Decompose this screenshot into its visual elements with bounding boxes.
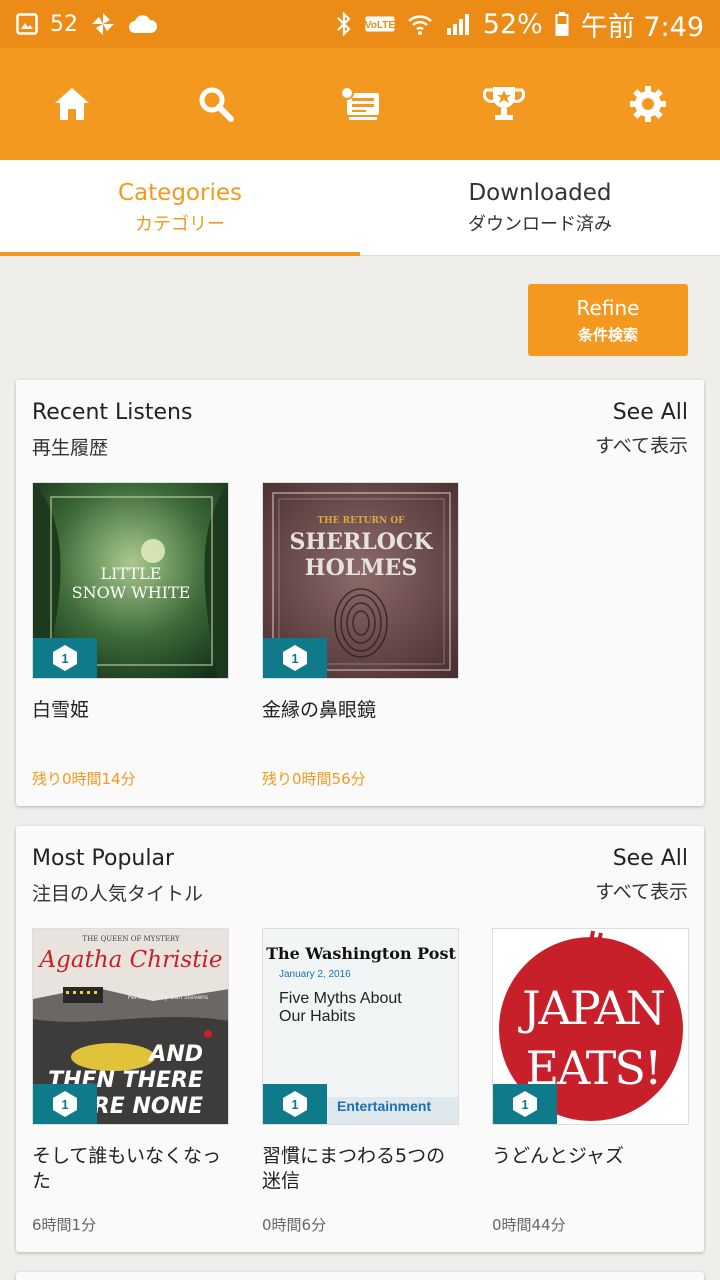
- cover-text: HOLMES: [305, 555, 417, 581]
- trophy-icon: [483, 87, 525, 120]
- see-all-label: See All: [612, 846, 688, 871]
- book-cover: THE QUEEN OF MYSTERY Agatha Christie Per…: [32, 928, 229, 1125]
- search-button[interactable]: [176, 64, 256, 144]
- status-bar: 52 VoLTE 52% 午前 7:49: [0, 0, 720, 48]
- refine-label: Refine: [576, 295, 640, 320]
- book-title: 金縁の鼻眼鏡: [262, 699, 377, 721]
- cover-text: Our Habits: [279, 1008, 355, 1025]
- download-badge: 1: [33, 638, 97, 678]
- signal-icon: [445, 12, 471, 36]
- book-cover: THE RETURN OF SHERLOCK HOLMES 1: [262, 482, 459, 679]
- home-button[interactable]: [32, 64, 112, 144]
- clock: 午前 7:49: [580, 11, 704, 43]
- gallery-icon: [16, 13, 38, 35]
- cover-text: Performed by Dan Stevens: [128, 994, 208, 1001]
- book-item[interactable]: The Washington Post January 2, 2016 Five…: [262, 928, 459, 1234]
- top-toolbar: [0, 48, 720, 160]
- notification-count: 52: [50, 11, 78, 37]
- time-remaining: 残り0時間56分: [262, 770, 366, 788]
- see-all-button[interactable]: See All すべて表示: [595, 846, 688, 904]
- volte-icon: VoLTE: [365, 16, 395, 32]
- most-popular-card: Most Popular 注目の人気タイトル See All すべて表示 THE…: [16, 826, 704, 1252]
- duration: 0時間44分: [492, 1216, 566, 1234]
- refine-label-ja: 条件検索: [577, 325, 638, 344]
- time-remaining: 残り0時間14分: [32, 770, 136, 788]
- duration: 6時間1分: [32, 1216, 97, 1234]
- cover-text: SHERLOCK: [290, 529, 434, 555]
- cover-text: The Washington Post: [266, 944, 456, 963]
- trophy-button[interactable]: [464, 64, 544, 144]
- download-badge: 1: [263, 1084, 327, 1124]
- battery-icon: [555, 11, 569, 37]
- book-cover: LITTLE SNOW WHITE 1: [32, 482, 229, 679]
- pinwheel-icon: [90, 11, 116, 37]
- library-icon: [340, 86, 379, 120]
- book-cover: The Washington Post January 2, 2016 Five…: [262, 928, 459, 1125]
- recent-listens-card: Recent Listens 再生履歴 See All すべて表示 LITTLE…: [16, 380, 704, 806]
- book-title: うどんとジャズ: [492, 1145, 625, 1167]
- bluetooth-icon: [335, 11, 353, 37]
- tab-bar: Categories カテゴリー Downloaded ダウンロード済み: [0, 160, 720, 256]
- cover-text: THE QUEEN OF MYSTERY: [82, 935, 180, 943]
- tab-downloaded-label-ja: ダウンロード済み: [468, 213, 612, 235]
- home-icon: [55, 88, 89, 120]
- section-header: Recent Listens 再生履歴 See All すべて表示: [32, 400, 688, 460]
- volte-label: VoLTE: [365, 20, 395, 31]
- next-section-card: [16, 1272, 704, 1280]
- cover-text: AND: [147, 1042, 203, 1067]
- battery-percent: 52%: [482, 8, 543, 40]
- see-all-button[interactable]: See All すべて表示: [595, 400, 688, 458]
- book-item[interactable]: THE RETURN OF SHERLOCK HOLMES 1 金縁の鼻眼鏡 残…: [262, 482, 459, 788]
- download-badge: 1: [33, 1084, 97, 1124]
- book-cover: JAPAN EATS! 1: [492, 928, 689, 1125]
- settings-icon: [630, 86, 666, 122]
- badge-number: 1: [61, 651, 68, 666]
- cover-text: January 2, 2016: [279, 969, 351, 980]
- settings-button[interactable]: [608, 64, 688, 144]
- book-item[interactable]: LITTLE SNOW WHITE 1 白雪姫 残り0時間14分: [32, 482, 229, 788]
- cover-text: Agatha Christie: [38, 947, 223, 973]
- search-icon: [199, 87, 234, 122]
- tab-downloaded-label: Downloaded: [468, 179, 612, 206]
- cover-text: JAPAN: [518, 981, 665, 1035]
- badge-number: 1: [291, 651, 298, 666]
- library-button[interactable]: [320, 64, 400, 144]
- tab-downloaded[interactable]: Downloaded ダウンロード済み: [360, 160, 720, 255]
- cover-text: Five Myths About: [279, 990, 402, 1007]
- see-all-label-ja: すべて表示: [595, 435, 688, 457]
- book-item[interactable]: JAPAN EATS! 1 うどんとジャズ 0時間44分: [492, 928, 689, 1234]
- tab-categories-label: Categories: [118, 179, 242, 206]
- section-title: Recent Listens: [32, 400, 193, 425]
- book-title: 白雪姫: [32, 699, 90, 721]
- cloud-icon: [128, 13, 158, 35]
- cover-text: Entertainment: [337, 1098, 431, 1114]
- download-badge: 1: [493, 1084, 557, 1124]
- section-title-ja: 再生履歴: [32, 437, 109, 459]
- section-header: Most Popular 注目の人気タイトル See All すべて表示: [32, 846, 688, 906]
- duration: 0時間6分: [262, 1216, 327, 1234]
- book-title: 習慣にまつわる5つの迷信: [262, 1145, 446, 1192]
- cover-text: LITTLE: [101, 564, 162, 583]
- tab-categories-label-ja: カテゴリー: [135, 213, 225, 235]
- section-title-ja: 注目の人気タイトル: [32, 883, 204, 905]
- badge-number: 1: [521, 1097, 528, 1112]
- see-all-label-ja: すべて表示: [595, 881, 688, 903]
- badge-number: 1: [291, 1097, 298, 1112]
- refine-button[interactable]: Refine 条件検索: [528, 284, 688, 356]
- cover-text: THE RETURN OF: [317, 516, 405, 526]
- download-badge: 1: [263, 638, 327, 678]
- wifi-icon: [407, 12, 433, 36]
- see-all-label: See All: [612, 400, 688, 425]
- badge-number: 1: [61, 1097, 68, 1112]
- book-item[interactable]: THE QUEEN OF MYSTERY Agatha Christie Per…: [32, 928, 229, 1234]
- section-title: Most Popular: [32, 846, 175, 871]
- book-title: そして誰もいなくなった: [32, 1145, 222, 1192]
- cover-text: SNOW WHITE: [72, 583, 191, 602]
- tab-categories[interactable]: Categories カテゴリー: [0, 160, 360, 256]
